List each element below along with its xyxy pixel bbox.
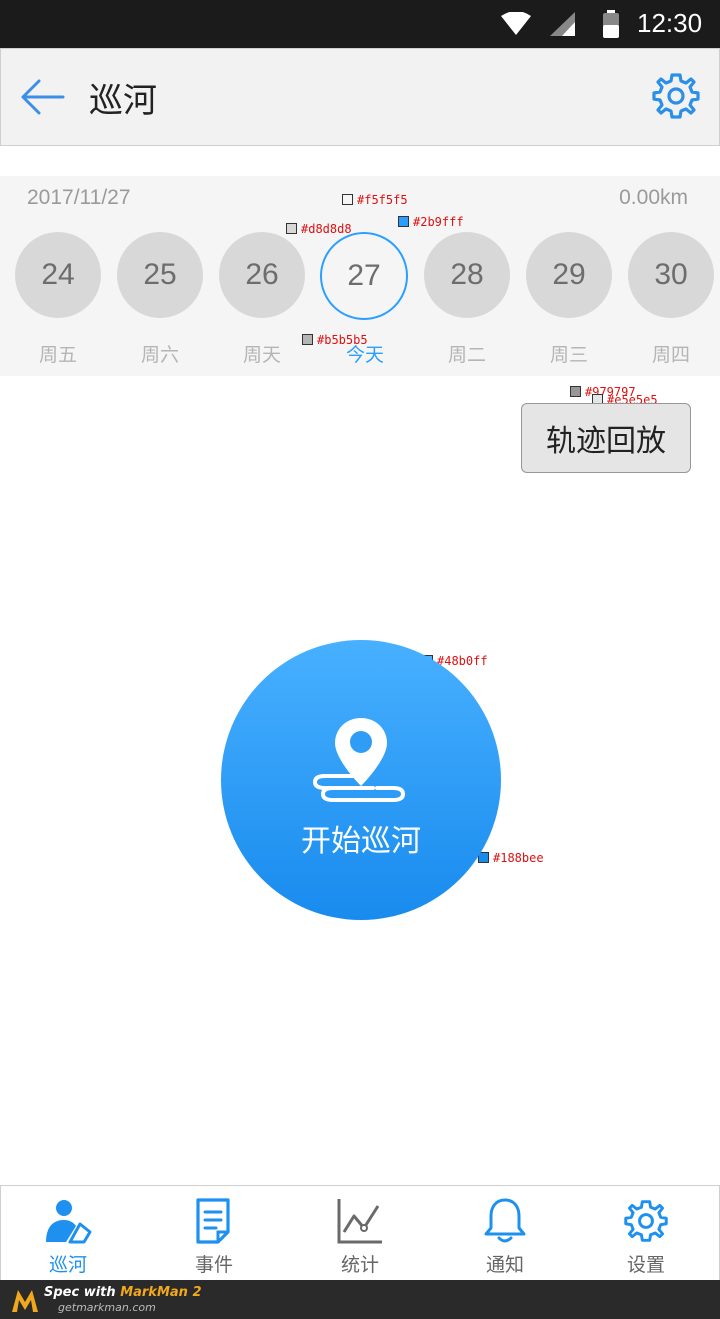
settings-gear-icon[interactable]: [651, 71, 701, 121]
day-25[interactable]: 25: [117, 232, 203, 318]
weekday-label: 周二: [447, 344, 486, 366]
markman-url: getmarkman.com: [58, 1301, 156, 1314]
color-annotation: #d8d8d8: [286, 222, 352, 236]
document-icon: [196, 1198, 230, 1244]
current-date: 2017/11/27: [27, 186, 131, 209]
location-pin-icon: [313, 718, 406, 802]
day-30[interactable]: 30: [628, 232, 714, 318]
nav-item-patrol[interactable]: 巡河: [13, 1186, 123, 1280]
nav-item-events[interactable]: 事件: [159, 1186, 269, 1280]
nav-label: 设置: [626, 1254, 665, 1276]
distance-value: 0.00km: [619, 186, 688, 209]
day-26[interactable]: 26: [219, 232, 305, 318]
chart-icon: [337, 1199, 382, 1244]
signal-icon: [550, 12, 575, 36]
weekday-label: 周五: [38, 344, 77, 366]
app-header: 巡河: [0, 48, 720, 146]
status-bar: 12:30: [0, 0, 720, 48]
nav-label: 统计: [340, 1254, 379, 1276]
bottom-navigation: 巡河 事件 统计 通知 设置: [0, 1185, 720, 1281]
nav-item-statistics[interactable]: 统计: [305, 1186, 415, 1280]
nav-label: 事件: [194, 1254, 233, 1276]
markman-footer: Spec with MarkMan 2 getmarkman.com: [0, 1280, 720, 1319]
track-playback-button[interactable]: 轨迹回放: [521, 403, 691, 473]
weekday-label: 周天: [242, 344, 281, 366]
day-29[interactable]: 29: [526, 232, 612, 318]
start-patrol-button[interactable]: 开始巡河: [221, 640, 501, 920]
color-annotation: #2b9fff: [398, 215, 464, 229]
start-patrol-label: 开始巡河: [301, 824, 421, 859]
clock-time: 12:30: [637, 8, 703, 38]
nav-item-settings[interactable]: 设置: [591, 1186, 701, 1280]
back-arrow-icon[interactable]: [19, 77, 67, 117]
day-24[interactable]: 24: [15, 232, 101, 318]
nav-label: 通知: [485, 1254, 524, 1276]
weekday-label: 周三: [549, 344, 588, 366]
markman-spec-text: Spec with MarkMan 2: [44, 1285, 202, 1300]
markman-logo-icon: [12, 1290, 38, 1312]
day-28[interactable]: 28: [424, 232, 510, 318]
nav-label: 巡河: [48, 1254, 87, 1276]
weekday-label: 周六: [140, 344, 179, 366]
patrol-icon: [46, 1200, 92, 1244]
weekday-label: 周四: [651, 344, 690, 366]
nav-item-notifications[interactable]: 通知: [450, 1186, 560, 1280]
battery-icon: [603, 10, 619, 38]
day-27-today[interactable]: 27: [320, 232, 408, 320]
color-annotation: #b5b5b5: [302, 333, 368, 347]
gear-icon: [624, 1200, 668, 1242]
color-annotation: #f5f5f5: [342, 193, 408, 207]
bell-icon: [484, 1198, 526, 1243]
page-title: 巡河: [89, 81, 157, 121]
wifi-icon: [501, 12, 531, 35]
